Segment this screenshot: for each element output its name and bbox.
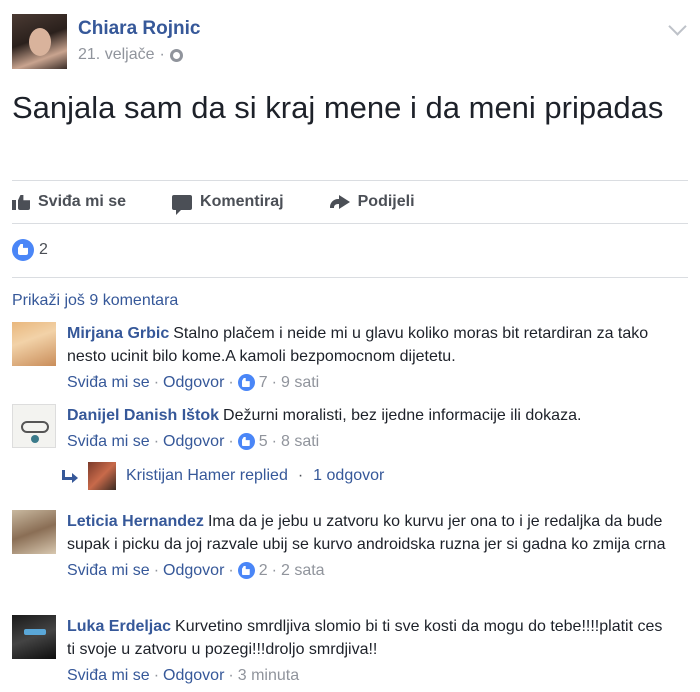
dot-separator: · — [228, 562, 234, 579]
chevron-down-icon[interactable] — [668, 17, 687, 36]
comment-content: Mirjana Grbic Stalno plačem i neide mi u … — [67, 322, 667, 368]
commenter-name[interactable]: Luka Erdeljac — [67, 618, 171, 635]
comment-reply-link[interactable]: Odgovor — [163, 430, 224, 453]
like-count-icon — [237, 433, 255, 450]
commenter-avatar[interactable] — [12, 322, 56, 366]
divider — [12, 277, 688, 278]
dot-separator: · — [271, 433, 277, 450]
comment-icon — [172, 194, 193, 215]
comment-actions: Sviđa mi se · Odgovor · 2 · 2 sata — [67, 559, 667, 582]
dot-separator: · — [271, 562, 277, 579]
reaction-count: 2 — [39, 241, 48, 258]
commenter-name[interactable]: Leticia Hernandez — [67, 513, 204, 530]
comment-button[interactable]: Komentiraj — [172, 193, 284, 215]
comment-time[interactable]: 2 sata — [281, 559, 325, 582]
comment-reply-link[interactable]: Odgovor — [163, 559, 224, 582]
reactions-summary[interactable]: 2 — [12, 236, 48, 264]
dot-separator: · — [228, 433, 234, 450]
reply-author-text: Kristijan Hamer replied — [126, 467, 288, 484]
comment-actions: Sviđa mi se · Odgovor · 7 · 9 sati — [67, 371, 667, 394]
comment-actions: Sviđa mi se · Odgovor · 3 minuta — [67, 664, 667, 687]
share-label: Podijeli — [357, 193, 415, 210]
comment-label: Komentiraj — [200, 193, 284, 210]
post-header: Chiara Rojnic 21. veljače · — [12, 14, 688, 70]
comment-time[interactable]: 8 sati — [281, 430, 319, 453]
comment-like-link[interactable]: Sviđa mi se — [67, 371, 150, 394]
reply-arrow-icon — [62, 470, 78, 483]
dot-separator: · — [228, 667, 234, 684]
comment-reply-link[interactable]: Odgovor — [163, 664, 224, 687]
reply-count: 1 odgovor — [313, 467, 385, 484]
comment-like-link[interactable]: Sviđa mi se — [67, 559, 150, 582]
comment-like-count[interactable]: 7 — [259, 371, 268, 394]
commenter-avatar[interactable] — [12, 510, 56, 554]
post-meta: 21. veljače · — [78, 46, 183, 64]
comment-content: Luka Erdeljac Kurvetino smrdljiva slomio … — [67, 615, 667, 661]
post-text: Sanjala sam da si kraj mene i da meni pr… — [12, 90, 664, 125]
comment-time[interactable]: 3 minuta — [238, 664, 299, 687]
like-count-icon — [237, 374, 255, 391]
comment-content: Leticia Hernandez Ima da je jebu u zatvor… — [67, 510, 667, 556]
author-name[interactable]: Chiara Rojnic — [78, 18, 200, 40]
meta-separator: · — [159, 46, 165, 63]
comment-text: Dežurni moralisti, bez ijedne informacij… — [223, 407, 582, 424]
comment-actions: Sviđa mi se · Odgovor · 5 · 8 sati — [67, 430, 667, 453]
dot-separator: · — [153, 562, 160, 579]
comment-like-count[interactable]: 2 — [259, 559, 268, 582]
author-avatar[interactable] — [12, 14, 67, 69]
like-reaction-icon — [12, 239, 34, 261]
like-label: Sviđa mi se — [38, 193, 127, 210]
dot-separator: · — [228, 374, 234, 391]
comment-like-link[interactable]: Sviđa mi se — [67, 664, 150, 687]
commenter-avatar[interactable] — [12, 615, 56, 659]
comment-time[interactable]: 9 sati — [281, 371, 319, 394]
share-button[interactable]: Podijeli — [329, 193, 415, 211]
comment-like-link[interactable]: Sviđa mi se — [67, 430, 150, 453]
comment-like-count[interactable]: 5 — [259, 430, 268, 453]
globe-icon — [169, 48, 183, 62]
commenter-avatar[interactable] — [12, 404, 56, 448]
action-bar: Sviđa mi se Komentiraj Podijeli — [12, 180, 688, 224]
commenter-name[interactable]: Mirjana Grbic — [67, 325, 169, 342]
view-more-comments-link[interactable]: Prikaži još 9 komentara — [12, 292, 178, 310]
dot-separator: · — [153, 433, 160, 450]
like-button[interactable]: Sviđa mi se — [12, 193, 126, 211]
dot-separator: · — [153, 667, 160, 684]
thumbs-up-icon — [12, 194, 30, 210]
comment-reply-link[interactable]: Odgovor — [163, 371, 224, 394]
replies-link[interactable]: Kristijan Hamer replied · 1 odgovor — [62, 462, 384, 490]
reply-avatar — [88, 462, 116, 490]
comment-content: Danijel Danish Ištok Dežurni moralisti, b… — [67, 404, 667, 427]
dot-separator: · — [153, 374, 160, 391]
dot-separator: · — [271, 374, 277, 391]
post-date[interactable]: 21. veljače — [78, 46, 155, 64]
like-count-icon — [237, 562, 255, 579]
dot-separator: · — [297, 467, 304, 484]
commenter-name[interactable]: Danijel Danish Ištok — [67, 407, 219, 424]
share-arrow-icon — [329, 195, 350, 209]
